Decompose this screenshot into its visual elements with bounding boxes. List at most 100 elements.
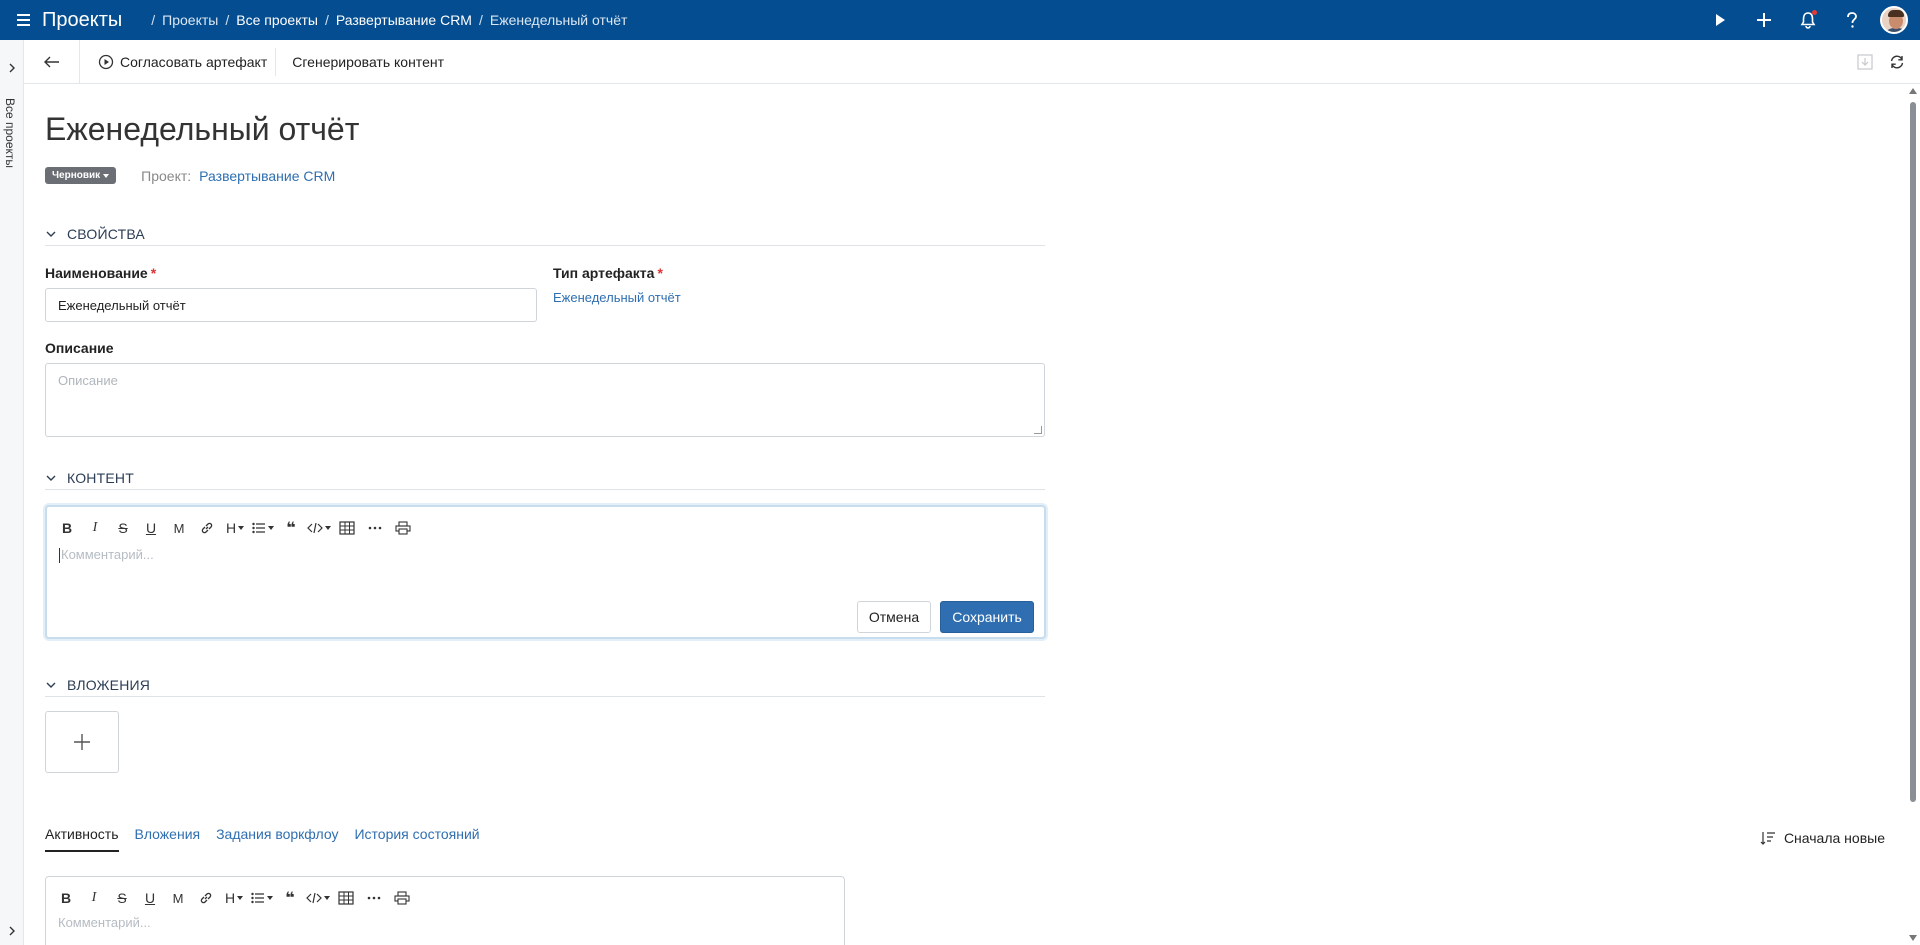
arrow-left-icon [43, 56, 59, 67]
name-field-label: Наименование * [45, 265, 157, 281]
approve-artifact-button[interactable]: Согласовать артефакт [90, 48, 275, 76]
activity-comment-editor[interactable]: B I S U M H ❝ Комментарий... [45, 876, 845, 945]
monospace-icon[interactable]: M [167, 517, 191, 539]
code-icon[interactable] [307, 517, 331, 539]
approve-artifact-label: Согласовать артефакт [120, 53, 268, 70]
attachments-section-title: ВЛОЖЕНИЯ [67, 676, 151, 693]
quote-icon[interactable]: ❝ [279, 517, 303, 539]
tab-workflow-tasks[interactable]: Задания воркфлоу [216, 826, 338, 852]
strikethrough-icon[interactable]: S [110, 887, 134, 909]
activity-tabs: Активность Вложения Задания воркфлоу Ист… [45, 826, 480, 852]
properties-section-title: СВОЙСТВА [67, 225, 145, 242]
save-button[interactable]: Сохранить [940, 601, 1034, 633]
tab-state-history[interactable]: История состояний [354, 826, 479, 852]
artifact-type-label: Тип артефакта * [553, 265, 663, 281]
attachments-section-header[interactable]: ВЛОЖЕНИЯ [45, 673, 1045, 697]
content-placeholder: Комментарий... [61, 547, 154, 562]
artifact-toolbar: Согласовать артефакт Сгенерировать конте… [24, 39, 1920, 84]
menu-icon[interactable] [14, 9, 36, 31]
italic-icon[interactable]: I [83, 517, 107, 539]
monospace-icon[interactable]: M [166, 887, 190, 909]
notification-dot-icon [1812, 10, 1817, 15]
description-placeholder: Описание [58, 373, 118, 388]
content-section-title: КОНТЕНТ [67, 469, 134, 486]
bold-icon[interactable]: B [55, 517, 79, 539]
breadcrumb-item-project[interactable]: Развертывание CRM [336, 12, 472, 28]
name-input[interactable]: Еженедельный отчёт [45, 288, 537, 322]
project-link[interactable]: Развертывание CRM [199, 168, 335, 184]
projects-side-panel: Все проекты [0, 40, 24, 945]
content-section-header[interactable]: КОНТЕНТ [45, 466, 1045, 490]
content-editor-input[interactable]: Комментарий... [59, 547, 154, 564]
generate-content-button[interactable]: Сгенерировать контент [284, 48, 452, 76]
italic-icon[interactable]: I [82, 887, 106, 909]
caret-down-icon [103, 173, 110, 178]
sort-newest-button[interactable]: Сначала новые [1760, 830, 1885, 846]
code-icon[interactable] [306, 887, 330, 909]
scroll-up-icon[interactable] [1909, 88, 1917, 94]
chevron-down-icon [46, 231, 56, 237]
heading-icon[interactable]: H [222, 887, 246, 909]
back-button[interactable] [24, 39, 80, 84]
bell-icon[interactable] [1786, 0, 1830, 40]
table-icon[interactable] [334, 887, 358, 909]
underline-icon[interactable]: U [138, 887, 162, 909]
download-icon[interactable] [1856, 53, 1874, 71]
more-icon[interactable] [363, 517, 387, 539]
sort-label: Сначала новые [1783, 830, 1885, 846]
breadcrumb-item-projects[interactable]: Проекты [162, 12, 218, 28]
tab-attachments[interactable]: Вложения [135, 826, 201, 852]
page-title: Еженедельный отчёт [45, 111, 360, 147]
app-title[interactable]: Проекты [42, 9, 122, 32]
list-icon[interactable] [251, 517, 275, 539]
list-icon[interactable] [250, 887, 274, 909]
add-attachment-button[interactable] [45, 711, 119, 773]
scrollbar-thumb[interactable] [1910, 102, 1916, 802]
quote-icon[interactable]: ❝ [278, 887, 302, 909]
editor-toolbar: B I S U M H ❝ [54, 887, 414, 909]
content-editor[interactable]: B I S U M H ❝ Комментарий... Отмена Сохр… [45, 505, 1046, 639]
toolbar-divider [275, 47, 277, 76]
top-bar: Проекты / Проекты / Все проекты / Развер… [0, 0, 1920, 40]
breadcrumb: / Проекты / Все проекты / Развертывание … [151, 12, 628, 28]
breadcrumb-item-all-projects[interactable]: Все проекты [236, 12, 318, 28]
description-textarea[interactable]: Описание [45, 363, 1045, 437]
bold-icon[interactable]: B [54, 887, 78, 909]
status-badge-label: Черновик [52, 170, 101, 181]
table-icon[interactable] [335, 517, 359, 539]
print-icon[interactable] [391, 517, 415, 539]
artifact-type-link[interactable]: Еженедельный отчёт [553, 290, 681, 305]
editor-toolbar: B I S U M H ❝ [55, 517, 415, 539]
artifact-meta: Черновик Проект: Развертывание CRM [45, 167, 335, 184]
play-icon[interactable] [1698, 0, 1742, 40]
resize-grip-icon[interactable] [1034, 426, 1042, 434]
breadcrumb-item-current: Еженедельный отчёт [489, 12, 628, 28]
chevron-down-icon [46, 475, 56, 481]
status-badge[interactable]: Черновик [45, 167, 117, 184]
project-label: Проект: [141, 167, 192, 184]
chevron-down-icon [46, 682, 56, 688]
description-label: Описание [45, 340, 114, 356]
help-icon[interactable] [1830, 0, 1874, 40]
avatar[interactable] [1880, 6, 1908, 34]
sort-icon [1760, 832, 1775, 845]
refresh-icon[interactable] [1888, 53, 1906, 71]
heading-icon[interactable]: H [223, 517, 247, 539]
plus-icon[interactable] [1742, 0, 1786, 40]
play-circle-icon [98, 54, 114, 69]
scroll-down-icon[interactable] [1909, 935, 1917, 941]
chevron-right-icon[interactable] [6, 62, 18, 74]
link-icon[interactable] [195, 517, 219, 539]
activity-comment-placeholder[interactable]: Комментарий... [58, 915, 151, 930]
print-icon[interactable] [390, 887, 414, 909]
sidebar-all-projects-label[interactable]: Все проекты [3, 98, 17, 168]
link-icon[interactable] [194, 887, 218, 909]
properties-section-header[interactable]: СВОЙСТВА [45, 222, 1045, 246]
strikethrough-icon[interactable]: S [111, 517, 135, 539]
page-scrollbar[interactable] [1906, 84, 1920, 945]
chevron-right-icon[interactable] [6, 925, 18, 937]
tab-activity[interactable]: Активность [45, 826, 119, 852]
cancel-button[interactable]: Отмена [857, 601, 931, 633]
more-icon[interactable] [362, 887, 386, 909]
underline-icon[interactable]: U [139, 517, 163, 539]
